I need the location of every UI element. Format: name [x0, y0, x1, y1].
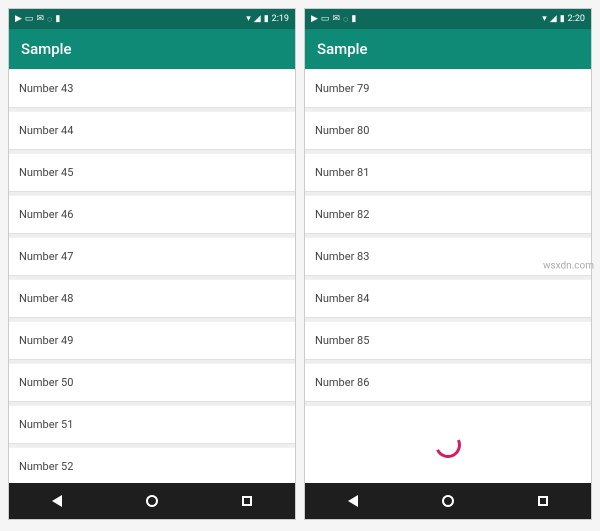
- list-item[interactable]: Number 51: [9, 405, 295, 444]
- status-bar: ▶ ▭ ✉ ◌ ▮ ▾ ◢ ▮ 2:19: [9, 9, 295, 29]
- list-item[interactable]: Number 49: [9, 321, 295, 360]
- battery-icon: ▮: [560, 14, 565, 24]
- list-item[interactable]: Number 43: [9, 69, 295, 108]
- status-left-icons: ▶ ▭ ✉ ◌ ▮: [311, 14, 356, 25]
- list-item[interactable]: Number 86: [305, 363, 591, 402]
- wifi-icon: ▾: [246, 14, 251, 24]
- mail-icon: ✉: [36, 14, 44, 24]
- list-item-label: Number 86: [315, 376, 369, 389]
- list-item-label: Number 43: [19, 82, 73, 95]
- status-time: 2:20: [568, 14, 585, 24]
- list-item[interactable]: Number 46: [9, 195, 295, 234]
- list-item[interactable]: Number 45: [9, 153, 295, 192]
- home-icon: [442, 495, 454, 507]
- nav-bar: [305, 483, 591, 519]
- list-item-label: Number 48: [19, 292, 73, 305]
- recents-button[interactable]: [523, 491, 563, 511]
- youtube-icon: ▶: [311, 14, 318, 24]
- app-title: Sample: [317, 40, 368, 58]
- recents-icon: [242, 496, 252, 506]
- back-button[interactable]: [37, 491, 77, 511]
- status-right-icons: ▾ ◢ ▮ 2:20: [542, 14, 585, 24]
- status-left-icons: ▶ ▭ ✉ ◌ ▮: [15, 14, 60, 25]
- list-item[interactable]: Number 47: [9, 237, 295, 276]
- nav-bar: [9, 483, 295, 519]
- watermark: wsxdn.com: [543, 260, 594, 271]
- list-item[interactable]: Number 79: [305, 69, 591, 108]
- sync-icon: ◌: [47, 14, 52, 25]
- list-item-label: Number 45: [19, 166, 73, 179]
- app-bar: Sample: [9, 29, 295, 69]
- list-item-label: Number 80: [315, 124, 369, 137]
- list-item[interactable]: Number 81: [305, 153, 591, 192]
- list-item-label: Number 83: [315, 250, 369, 263]
- back-icon: [348, 495, 358, 507]
- list-item-label: Number 79: [315, 82, 369, 95]
- list-item-label: Number 52: [19, 460, 73, 473]
- home-button[interactable]: [428, 491, 468, 511]
- screencast-icon: ▭: [321, 14, 330, 24]
- recents-button[interactable]: [227, 491, 267, 511]
- list-view[interactable]: Number 79 Number 80 Number 81 Number 82 …: [305, 69, 591, 483]
- home-button[interactable]: [132, 491, 172, 511]
- app-title: Sample: [21, 40, 72, 58]
- signal-icon: ◢: [550, 14, 557, 24]
- list-item-label: Number 46: [19, 208, 73, 221]
- list-item-label: Number 44: [19, 124, 73, 137]
- phone-left: ▶ ▭ ✉ ◌ ▮ ▾ ◢ ▮ 2:19 Sample Number 43 Nu…: [8, 8, 296, 520]
- youtube-icon: ▶: [15, 14, 22, 24]
- list-item[interactable]: Number 44: [9, 111, 295, 150]
- recents-icon: [538, 496, 548, 506]
- list-item-label: Number 49: [19, 334, 73, 347]
- sync-icon: ◌: [343, 14, 348, 25]
- mail-icon: ✉: [332, 14, 340, 24]
- list-item[interactable]: Number 52: [9, 447, 295, 483]
- list-item[interactable]: Number 82: [305, 195, 591, 234]
- list-item-label: Number 85: [315, 334, 369, 347]
- list-item-label: Number 84: [315, 292, 369, 305]
- list-item[interactable]: Number 50: [9, 363, 295, 402]
- wifi-icon: ▾: [542, 14, 547, 24]
- list-item[interactable]: Number 85: [305, 321, 591, 360]
- battery-icon: ▮: [264, 14, 269, 24]
- list-item-label: Number 47: [19, 250, 73, 263]
- status-time: 2:19: [272, 14, 289, 24]
- back-button[interactable]: [333, 491, 373, 511]
- card-icon: ▮: [55, 14, 60, 24]
- loading-spinner-icon: [431, 428, 464, 461]
- app-bar: Sample: [305, 29, 591, 69]
- home-icon: [146, 495, 158, 507]
- status-right-icons: ▾ ◢ ▮ 2:19: [246, 14, 289, 24]
- list-item[interactable]: Number 84: [305, 279, 591, 318]
- list-item-label: Number 50: [19, 376, 73, 389]
- back-icon: [52, 495, 62, 507]
- list-item[interactable]: Number 80: [305, 111, 591, 150]
- card-icon: ▮: [351, 14, 356, 24]
- list-view[interactable]: Number 43 Number 44 Number 45 Number 46 …: [9, 69, 295, 483]
- list-item[interactable]: Number 48: [9, 279, 295, 318]
- status-bar: ▶ ▭ ✉ ◌ ▮ ▾ ◢ ▮ 2:20: [305, 9, 591, 29]
- loading-row: [305, 405, 591, 483]
- signal-icon: ◢: [254, 14, 261, 24]
- list-item-label: Number 82: [315, 208, 369, 221]
- list-item-label: Number 81: [315, 166, 369, 179]
- screencast-icon: ▭: [25, 14, 34, 24]
- list-item-label: Number 51: [19, 418, 73, 431]
